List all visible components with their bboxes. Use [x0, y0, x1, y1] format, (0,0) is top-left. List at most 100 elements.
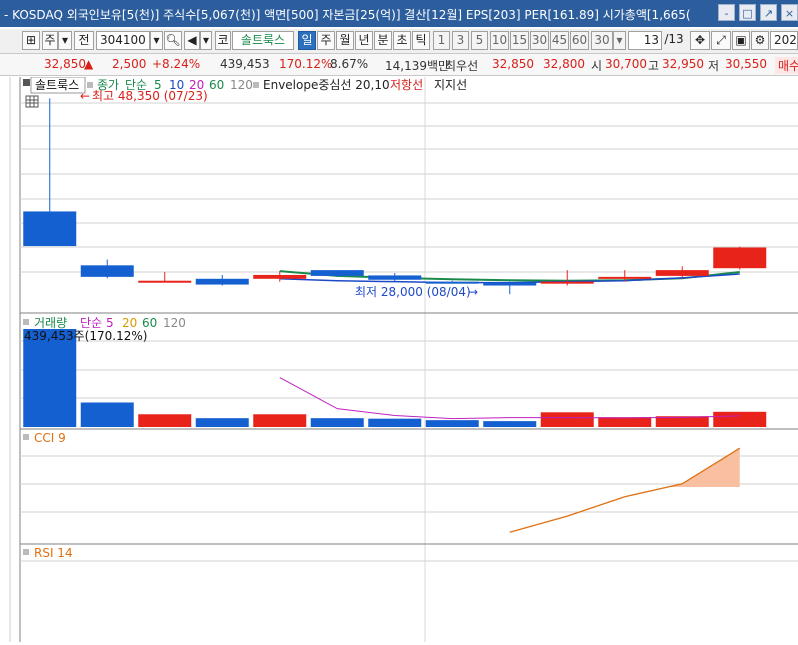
buy-button[interactable]: 매수	[775, 57, 798, 74]
stock-code-input[interactable]: 304100	[96, 31, 150, 50]
high-annotation-arrow: ←	[80, 89, 90, 103]
interval-15[interactable]: 15	[510, 31, 529, 50]
interval-1[interactable]: 1	[433, 31, 450, 50]
close-legend-bullet	[87, 82, 93, 88]
title-bar: - KOSDAQ 외국인보유[5(천)] 주식수[5,067(천)] 액면[50…	[0, 0, 798, 27]
toolbar: ⊞ 주 ▾ 전 304100 ▾ 🔍︎ ◀ ▾ 코 솔트룩스 일 주 월 년 분…	[0, 29, 798, 54]
period-tick[interactable]: 틱	[412, 31, 430, 50]
open-label: 시	[591, 59, 603, 73]
speaker-dropdown-icon[interactable]: ▾	[200, 31, 212, 50]
volume-bar	[138, 414, 192, 427]
window-buttons: - □ ↗ ×	[718, 4, 798, 21]
type-select[interactable]: 전	[74, 31, 94, 50]
period-second[interactable]: 초	[393, 31, 411, 50]
trade-amount: 14,139백만	[385, 59, 450, 73]
interval-60[interactable]: 60	[570, 31, 589, 50]
volume-annotation: 439,453주(170.12%)	[24, 329, 147, 343]
volume-legend-bullet	[23, 319, 29, 325]
window-title: - KOSDAQ 외국인보유[5(천)] 주식수[5,067(천)] 액면[50…	[4, 8, 691, 22]
period-month[interactable]: 월	[336, 31, 354, 50]
count-dropdown-icon[interactable]: ▾	[613, 31, 626, 50]
market-short: 코	[215, 31, 231, 50]
candle-body	[425, 281, 479, 284]
price-legend-bullet	[23, 79, 30, 86]
candle-body	[23, 211, 77, 247]
volume-bar	[23, 329, 77, 427]
interval-10[interactable]: 10	[490, 31, 509, 50]
change-percent: +8.24%	[152, 57, 201, 71]
high-annotation: 최고 48,350 (07/23)	[92, 89, 208, 103]
candle-body	[483, 282, 537, 286]
candle-body	[655, 270, 709, 276]
volume-bar	[80, 402, 134, 427]
minimize-button[interactable]: -	[718, 4, 735, 21]
search-icon[interactable]: 🔍︎	[164, 31, 182, 50]
candle-body	[598, 276, 652, 279]
volume-bar	[310, 418, 364, 427]
volume-bar	[713, 411, 767, 427]
tools-icon[interactable]: ✥	[690, 31, 710, 50]
grid-toggle-icon[interactable]	[25, 95, 39, 108]
stock-chart[interactable]: 솔트룩스 종가 단순 5 10 20 60 120 Envelope중심선 20…	[0, 76, 798, 642]
candle-body	[713, 247, 767, 269]
market-dropdown-icon[interactable]: ▾	[58, 31, 72, 50]
stock-name[interactable]: 솔트룩스	[232, 31, 294, 50]
volume-bar	[540, 412, 594, 427]
low-label: 저	[708, 59, 720, 73]
rsi-legend-bullet	[23, 549, 29, 555]
volume-bar	[598, 417, 652, 427]
volume-ratio: 170.12%	[279, 57, 333, 71]
count-select[interactable]: 30	[591, 31, 613, 50]
period-week[interactable]: 주	[317, 31, 335, 50]
interval-5[interactable]: 5	[471, 31, 488, 50]
quote-bar: 32,850 ▲ 2,500 +8.24% 439,453 170.12% 8.…	[0, 54, 798, 76]
save-icon[interactable]: ▣	[732, 31, 750, 50]
period-day[interactable]: 일	[298, 31, 316, 50]
bid-price-2: 32,800	[543, 57, 585, 71]
interval-30[interactable]: 30	[530, 31, 549, 50]
market-select[interactable]: 주	[42, 31, 58, 50]
period-minute[interactable]: 분	[374, 31, 392, 50]
candle-body	[368, 275, 422, 280]
candle-body	[195, 278, 249, 285]
envelope-legend: Envelope중심선 20,10	[263, 78, 390, 92]
open-price: 30,700	[605, 57, 647, 71]
support-legend: 지지선	[434, 78, 467, 92]
volume-bar	[253, 414, 307, 427]
gear-icon[interactable]: ⚙	[751, 31, 769, 50]
candle-body	[253, 274, 307, 279]
high-label: 고	[648, 59, 660, 73]
volume-bar	[368, 418, 422, 427]
volume-ma-120-legend: 120	[163, 316, 186, 330]
current-price: 32,850	[44, 57, 86, 71]
rsi-legend-name: RSI 14	[34, 546, 73, 560]
volume-ma-20-legend: 20	[122, 316, 137, 330]
close-button[interactable]: ×	[781, 4, 798, 21]
draw-icon[interactable]: ⤢	[711, 31, 731, 50]
period-year[interactable]: 년	[355, 31, 373, 50]
volume-legend-name: 거래량	[34, 316, 67, 330]
turnover-rate: 8.67%	[330, 57, 369, 71]
cci-legend-bullet	[23, 434, 29, 440]
page-input[interactable]: 13	[628, 31, 662, 50]
interval-45[interactable]: 45	[550, 31, 569, 50]
volume-bar	[483, 421, 537, 427]
volume-bar	[195, 418, 249, 427]
speaker-icon[interactable]: ◀	[184, 31, 200, 50]
cci-legend-name: CCI 9	[34, 431, 66, 445]
maximize-button[interactable]: □	[739, 4, 756, 21]
envelope-legend-bullet	[253, 82, 259, 88]
low-annotation: 최저 28,000 (08/04)	[355, 285, 471, 299]
link-icon[interactable]: ⊞	[22, 31, 40, 50]
price-legend-name: 솔트룩스	[35, 78, 79, 92]
date-input[interactable]: 2020	[770, 31, 798, 50]
candle-body	[310, 270, 364, 276]
ma-120-legend: 120	[230, 78, 253, 92]
interval-3[interactable]: 3	[452, 31, 469, 50]
low-price: 30,550	[725, 57, 767, 71]
code-dropdown-icon[interactable]: ▾	[150, 31, 163, 50]
candle-body	[138, 280, 192, 283]
low-annotation-arrow: →	[468, 285, 478, 299]
volume-bar	[425, 420, 479, 427]
popout-button[interactable]: ↗	[760, 4, 777, 21]
